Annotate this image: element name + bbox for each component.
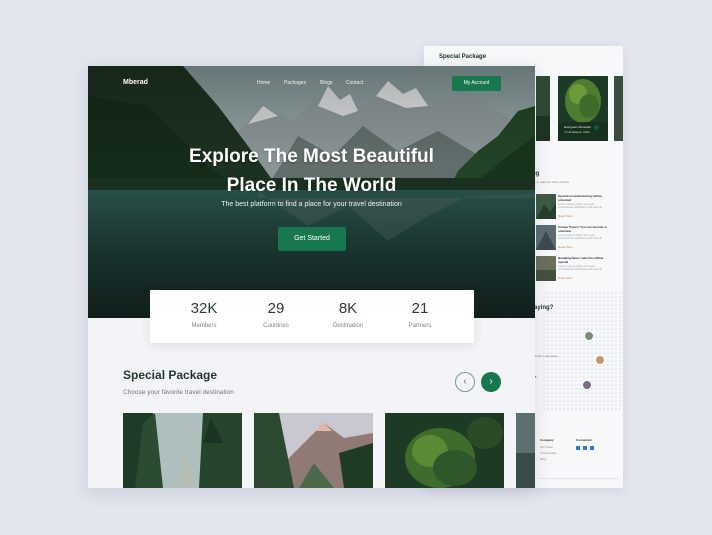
my-account-button[interactable]: My Account [452, 76, 501, 91]
footer-link[interactable]: Our Team [540, 445, 553, 449]
footer-link[interactable]: Blog [540, 457, 546, 461]
linkedin-icon[interactable] [590, 446, 594, 450]
stat-value: 32K [190, 300, 218, 317]
blog-thumbnail [536, 256, 556, 281]
package-image [385, 413, 504, 488]
read-more-link[interactable]: Read More [558, 276, 573, 280]
stat-label: Partners [408, 323, 432, 329]
footer-connect-title: Connected [576, 438, 592, 442]
special-package-title: Special Package [123, 368, 218, 382]
testimonial-quote: ience! I can make [534, 354, 558, 358]
stat-destination: 8K Destination [308, 300, 388, 329]
stat-label: Destination [332, 323, 364, 329]
package-image [516, 413, 535, 488]
hero-title-line-2: Place In The World [226, 175, 397, 196]
stat-label: Countries [263, 323, 289, 329]
brand-logo[interactable]: Mberad [123, 79, 148, 86]
stat-members: 32K Members [164, 300, 244, 329]
world-map-decoration [542, 291, 622, 411]
stat-label: Members [191, 323, 217, 329]
package-image [123, 413, 242, 488]
stat-value: 8K [338, 300, 358, 317]
read-more-link[interactable]: Read More [558, 214, 573, 218]
chevron-left-icon: ‹ [463, 376, 467, 387]
blog-thumbnail [536, 225, 556, 250]
back-package-image[interactable] [614, 76, 623, 141]
back-package-image[interactable] [536, 76, 550, 141]
blog-excerpt: Lorem ipsum dolor sit amet, consectetur … [558, 233, 603, 240]
nav-blogs-link[interactable]: Blogs [320, 80, 333, 86]
back-section-title: Special Package [439, 54, 487, 60]
avatar[interactable] [584, 331, 594, 341]
blog-title: Special mountaineering will be unlocked [558, 194, 602, 202]
facebook-icon[interactable] [576, 446, 580, 450]
package-prev-button[interactable]: ‹ [455, 372, 475, 392]
footer-company-title: Company [540, 438, 554, 442]
blog-title: Breaking News: take this offline special [558, 256, 604, 264]
hero-title-line-1: Explore The Most Beautiful [189, 146, 434, 167]
nav-home-link[interactable]: Home [257, 80, 270, 86]
blog-excerpt: Lorem ipsum dolor sit amet, consectetur … [558, 264, 603, 271]
back-card-title: Evergreen Mountain [564, 125, 592, 129]
read-more-link[interactable]: Read More [558, 245, 573, 249]
landing-page: Mberad Home Packages Blogs Contact My Ac… [88, 66, 535, 488]
package-card[interactable] [123, 413, 242, 488]
blog-excerpt: Lorem ipsum dolor sit amet, consectetur … [558, 202, 603, 209]
package-next-button[interactable]: › [481, 372, 501, 392]
blog-item[interactable]: Unique Travel ! You can become a volunte… [536, 225, 623, 251]
hero-subtitle: The best platform to find a place for yo… [221, 201, 402, 208]
nav-packages-link[interactable]: Packages [284, 80, 306, 86]
stats-card: 32K Members 29 Countries 8K Destination … [150, 290, 474, 343]
nav-contact-link[interactable]: Contact [346, 80, 363, 86]
stat-value: 21 [411, 300, 429, 317]
hero-title: Explore The Most Beautiful Place In The … [88, 142, 535, 200]
blog-item[interactable]: Breaking News: take this offline special… [536, 256, 623, 282]
blog-title: Unique Travel ! You can become a volunte… [558, 225, 607, 233]
footer-divider [539, 478, 619, 479]
stat-countries: 29 Countries [236, 300, 316, 329]
stat-partners: 21 Partners [380, 300, 460, 329]
get-started-button[interactable]: Get Started [278, 227, 346, 251]
back-card-arrow-icon[interactable] [594, 125, 599, 130]
package-card[interactable] [516, 413, 535, 488]
blog-item[interactable]: Special mountaineering will be unlocked … [536, 194, 623, 220]
stat-value: 29 [267, 300, 285, 317]
twitter-icon[interactable] [583, 446, 587, 450]
avatar[interactable] [595, 355, 605, 365]
testimonial-title: aying? [534, 305, 554, 311]
back-card-location: ⊙ Himalayas, India [564, 130, 590, 134]
package-image [254, 413, 373, 488]
back-blog-subtitle: ws to read our other articles [532, 180, 570, 184]
hero-section: Mberad Home Packages Blogs Contact My Ac… [88, 66, 535, 318]
package-card[interactable] [385, 413, 504, 488]
special-package-subtitle: Choose your favorite travel destination [123, 389, 234, 396]
package-card[interactable] [254, 413, 373, 488]
footer-link[interactable]: Testimonials [540, 451, 557, 455]
chevron-right-icon: › [489, 376, 493, 387]
blog-thumbnail [536, 194, 556, 219]
avatar[interactable] [582, 380, 592, 390]
